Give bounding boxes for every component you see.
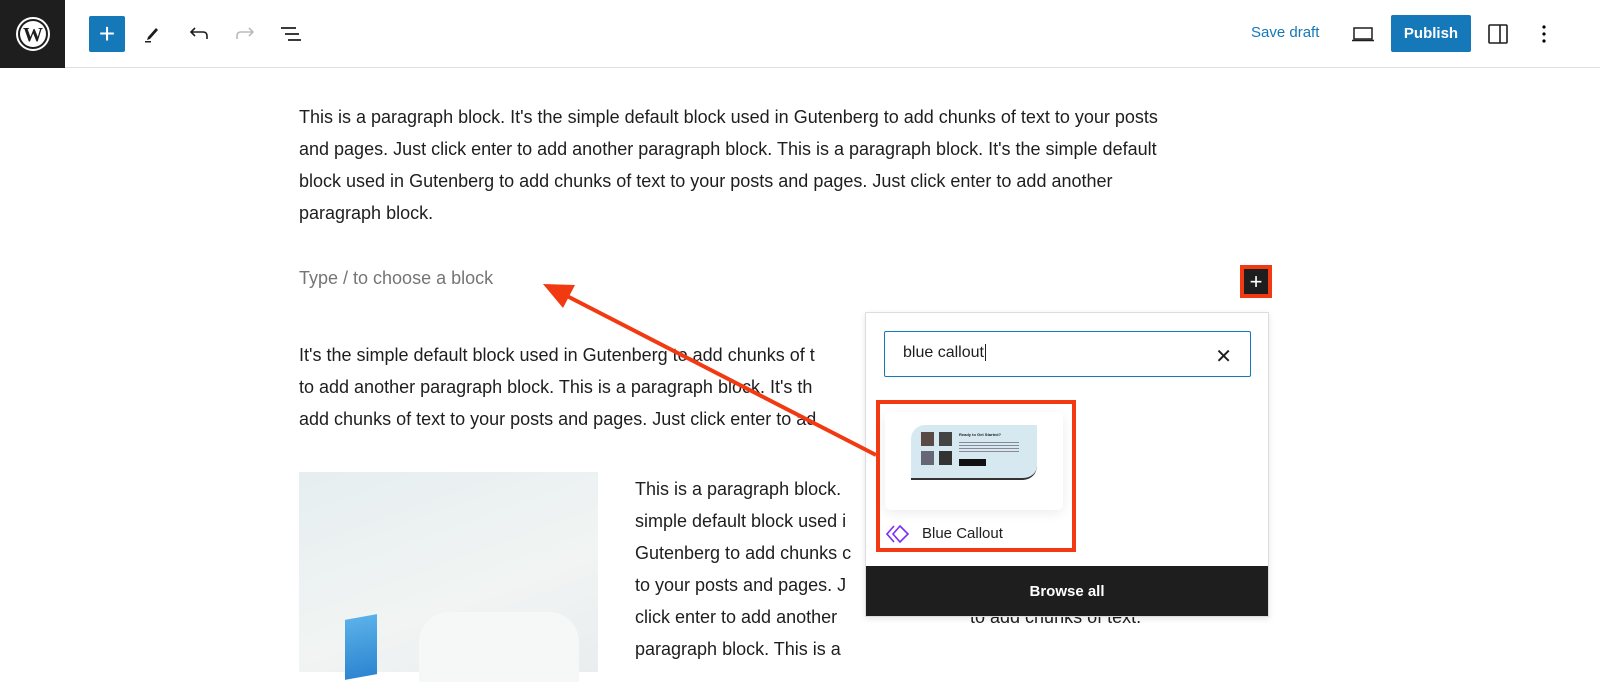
empty-block-placeholder[interactable]: Type / to choose a block bbox=[299, 268, 493, 289]
editor-toolbar: W + Save draft Publish bbox=[0, 0, 1600, 68]
close-icon[interactable]: ✕ bbox=[1215, 344, 1232, 369]
block-inserter-inline-button[interactable]: + bbox=[1240, 265, 1272, 298]
sidebar-icon bbox=[1488, 24, 1508, 44]
text-line: and pages. Just click enter to add anoth… bbox=[299, 139, 1157, 159]
redo-button[interactable] bbox=[227, 16, 263, 52]
preview-button[interactable] bbox=[1345, 16, 1381, 52]
undo-icon bbox=[189, 27, 208, 39]
text-line: This is a paragraph block. It's the simp… bbox=[299, 107, 1158, 127]
settings-sidebar-button[interactable] bbox=[1480, 16, 1516, 52]
redo-icon bbox=[236, 27, 255, 39]
text-line: add chunks of text to your posts and pag… bbox=[299, 409, 817, 429]
paragraph-block[interactable]: This is a paragraph block. It's the simp… bbox=[299, 101, 1158, 229]
browse-all-button[interactable]: Browse all bbox=[866, 566, 1268, 616]
tools-button[interactable] bbox=[134, 16, 170, 52]
text-line: to add another paragraph block. This is … bbox=[299, 377, 813, 397]
list-view-icon bbox=[281, 27, 301, 41]
paragraph-block[interactable]: It's the simple default block used in Gu… bbox=[299, 339, 816, 435]
text-line: block used in Gutenberg to add chunks of… bbox=[299, 171, 1113, 191]
highlight-box bbox=[876, 400, 1076, 552]
pencil-icon bbox=[145, 28, 158, 43]
search-value: blue callout bbox=[903, 344, 984, 361]
list-view-button[interactable] bbox=[273, 16, 309, 52]
options-button[interactable] bbox=[1526, 16, 1562, 52]
text-line: simple default block used i bbox=[635, 511, 847, 531]
text-line: paragraph block. This is a bbox=[635, 639, 841, 659]
image-block[interactable] bbox=[299, 472, 598, 682]
text-line: to your posts and pages. J bbox=[635, 575, 847, 595]
text-line: It's the simple default block used in Gu… bbox=[299, 345, 815, 365]
svg-text:W: W bbox=[23, 24, 43, 46]
save-draft-button[interactable]: Save draft bbox=[1251, 24, 1319, 41]
plus-icon: + bbox=[1249, 268, 1263, 294]
plus-icon: + bbox=[98, 18, 116, 49]
wordpress-logo[interactable]: W bbox=[0, 0, 65, 68]
block-inserter-button[interactable]: + bbox=[89, 16, 125, 52]
text-line: Gutenberg to add chunks c bbox=[635, 543, 852, 563]
publish-button[interactable]: Publish bbox=[1391, 15, 1471, 52]
laptop-preview-icon bbox=[1352, 27, 1374, 42]
book-shape bbox=[345, 614, 377, 680]
block-search-input[interactable]: blue callout ✕ bbox=[884, 331, 1251, 377]
text-line: paragraph block. bbox=[299, 203, 434, 223]
text-line: This is a paragraph block. bbox=[635, 479, 842, 499]
more-vertical-icon bbox=[1542, 25, 1546, 43]
undo-button[interactable] bbox=[181, 16, 217, 52]
column-text[interactable]: This is a paragraph block. simple defaul… bbox=[635, 473, 851, 665]
text-line: click enter to add another bbox=[635, 607, 838, 627]
